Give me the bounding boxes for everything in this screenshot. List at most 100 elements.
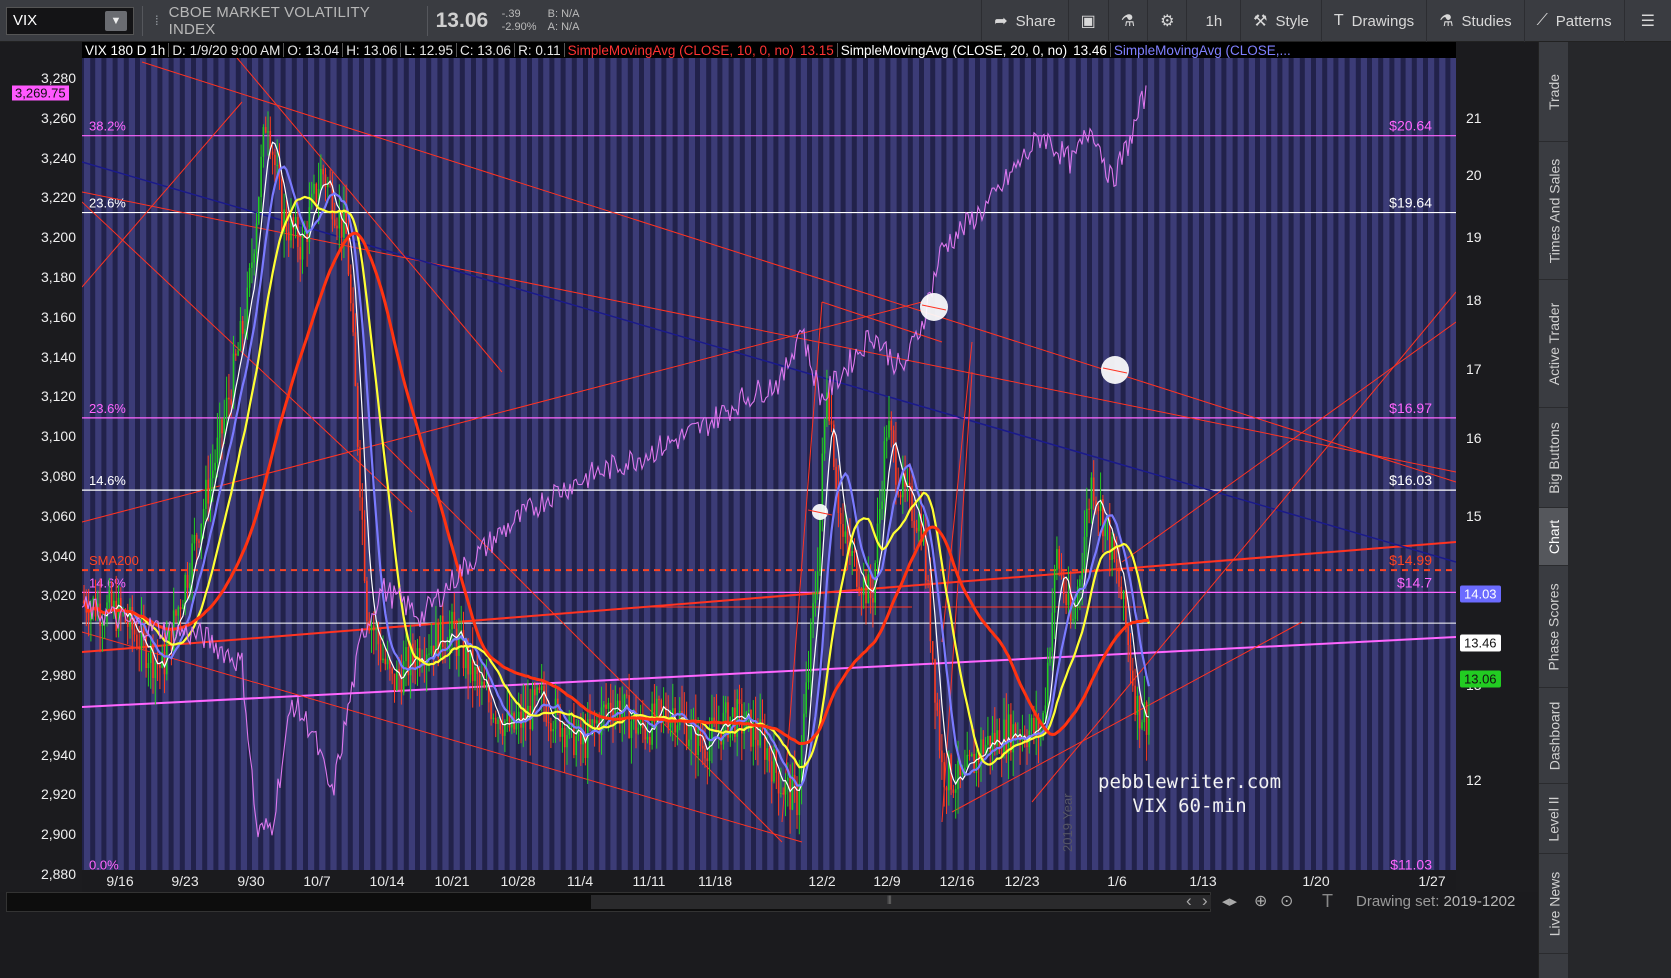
session-stripe — [677, 42, 684, 870]
right-price-axis[interactable]: 212019181716151312 14.03 13.46 13.06 — [1456, 42, 1538, 870]
status-low: L: 12.95 — [404, 42, 454, 58]
candle-body — [954, 789, 957, 793]
status-range: R: 0.11 — [518, 42, 561, 58]
sma10-label: SimpleMovingAvg (CLOSE, 10, 0, no) — [567, 42, 794, 58]
status-symbol: VIX 180 D 1h — [85, 42, 166, 58]
tab-trade[interactable]: Trade — [1539, 42, 1569, 142]
candle-body — [304, 230, 306, 235]
share-button[interactable]: ➦ Share — [981, 0, 1067, 42]
candle-body — [658, 698, 660, 701]
style-icon: ⚒ — [1253, 13, 1268, 30]
chevron-down-icon[interactable]: ▼ — [105, 10, 127, 31]
menu-button[interactable]: ☰ — [1623, 0, 1671, 42]
left-tick-label: 3,100 — [40, 428, 76, 445]
studies-button[interactable]: ⚗ Studies — [1426, 0, 1523, 42]
candle-body — [724, 702, 727, 713]
time-scrollbar[interactable]: ⦀ — [6, 892, 1211, 912]
drawings-button[interactable]: T Drawings — [1320, 0, 1426, 42]
patterns-label: Patterns — [1555, 12, 1612, 30]
candle-body — [697, 727, 699, 756]
expand-icon[interactable]: ◂▸ — [1222, 892, 1237, 910]
candle-body — [888, 420, 890, 438]
candle-body — [193, 534, 196, 544]
candle-body — [483, 681, 485, 688]
sma50-label: SimpleMovingAvg (CLOSE,... — [1113, 42, 1291, 58]
tab-label: Chart — [1546, 519, 1563, 554]
chart-area: 3,280 3,260 3,240 3,220 3,200 3,180 3,160 3,140… — [0, 42, 1538, 978]
candle-body — [828, 392, 830, 422]
left-tick-label: 3,120 — [40, 388, 76, 405]
pan-icon[interactable]: ⊕ — [1254, 891, 1267, 911]
session-stripe — [1428, 42, 1435, 870]
link-icon[interactable]: ⁞ — [151, 13, 163, 28]
price-change: -.39 -2.90% — [502, 8, 548, 34]
drawing-tool-icon[interactable]: T — [1322, 891, 1333, 912]
candle-body — [964, 767, 966, 771]
candle-body — [782, 792, 784, 795]
session-stripe — [1080, 42, 1087, 870]
tab-active-trader[interactable]: Active Trader — [1539, 280, 1569, 408]
screenshot-button[interactable]: ▣ — [1067, 0, 1108, 42]
tab-live-news[interactable]: Live News — [1539, 854, 1569, 954]
candle-body — [701, 745, 704, 749]
scrollbar-thumb[interactable]: ⦀ — [591, 895, 1211, 909]
style-button[interactable]: ⚒ Style — [1240, 0, 1321, 42]
tab-label: Dashboard — [1546, 701, 1562, 770]
candle-body — [810, 623, 812, 673]
candle-body — [844, 531, 847, 537]
tab-big-buttons[interactable]: Big Buttons — [1539, 408, 1569, 508]
tab-level-ii[interactable]: Level II — [1539, 784, 1569, 854]
symbol-input[interactable]: VIX ▼ — [6, 6, 134, 35]
session-stripe — [453, 42, 460, 870]
candle-body — [584, 733, 587, 758]
candle-body — [968, 754, 971, 757]
session-stripe — [408, 42, 415, 870]
candle-body — [207, 479, 209, 504]
left-price-axis[interactable]: 3,280 3,260 3,240 3,220 3,200 3,180 3,160 3,140… — [0, 42, 82, 882]
candle-body — [591, 719, 594, 727]
last-price: 13.06 — [435, 8, 489, 32]
candle-body — [230, 399, 232, 405]
drawing-set[interactable]: Drawing set: 2019-1202 — [1356, 893, 1515, 910]
price-chart-plot[interactable]: 38.2% $20.64 23.6% $19.64 23.6% $16.97 14.6% $1… — [81, 42, 1457, 876]
timeframe-button[interactable]: 1h — [1186, 0, 1240, 42]
candle-body — [839, 513, 842, 524]
candle-body — [738, 699, 741, 704]
session-stripe — [1304, 42, 1311, 870]
session-stripe — [924, 42, 931, 870]
flask-button[interactable]: ⚗ — [1107, 0, 1147, 42]
ask-value: A: N/A — [547, 20, 580, 33]
session-stripe — [744, 42, 751, 870]
candle-body — [540, 685, 543, 691]
left-tick-label: 3,220 — [40, 189, 76, 206]
tab-phase-scores[interactable]: Phase Scores — [1539, 566, 1569, 688]
candle-body — [1086, 508, 1088, 537]
candle-body — [216, 437, 219, 463]
time-axis[interactable]: 9/16 9/23 9/30 10/7 10/14 10/21 10/28 11/4 11/11… — [82, 870, 1456, 892]
candle-body — [108, 590, 111, 603]
candle-body — [373, 625, 375, 631]
candle-body — [858, 586, 860, 593]
tab-times-and-sales[interactable]: Times And Sales — [1539, 142, 1569, 280]
scroll-left-icon[interactable]: ‹ — [1186, 891, 1192, 911]
session-stripe — [688, 42, 695, 870]
left-tick-label: 3,080 — [40, 468, 76, 484]
status-close: C: 13.06 — [460, 42, 512, 58]
candle-body — [971, 753, 973, 757]
scroll-right-icon[interactable]: › — [1202, 891, 1208, 911]
x-tick-label: 12/16 — [939, 873, 975, 889]
tab-dashboard[interactable]: Dashboard — [1539, 688, 1569, 784]
patterns-button[interactable]: ⟋ Patterns — [1523, 0, 1624, 42]
zoom-icon[interactable]: ⊙ — [1280, 891, 1293, 911]
tab-label: Phase Scores — [1546, 582, 1563, 671]
candle-body — [274, 154, 276, 166]
x-tick-label: 1/6 — [1107, 873, 1127, 889]
candle-body — [554, 698, 557, 730]
candle-body — [294, 217, 297, 230]
candle-body — [1053, 570, 1056, 613]
tab-chart[interactable]: Chart — [1539, 508, 1569, 566]
level-pct-label: SMA200 — [89, 553, 139, 568]
flask-icon: ⚗ — [1120, 13, 1136, 30]
candle-body — [637, 727, 640, 734]
settings-button[interactable]: ⚙ — [1147, 0, 1186, 42]
